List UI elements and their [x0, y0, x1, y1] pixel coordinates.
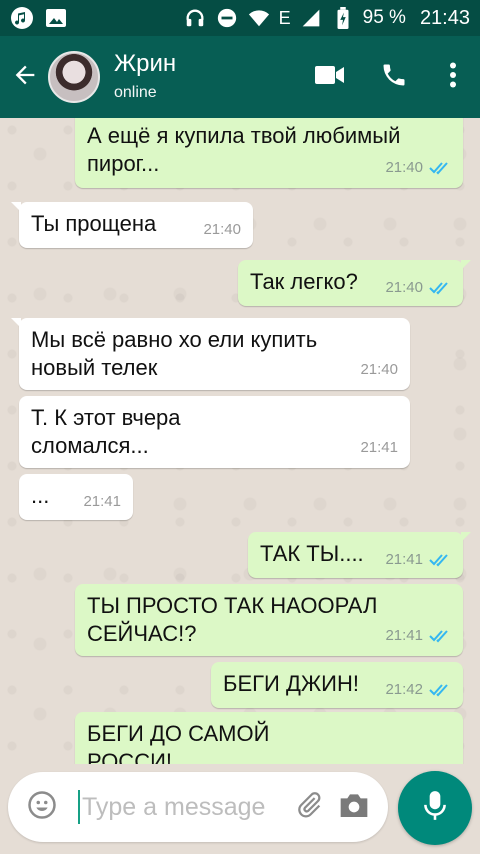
- message-bubble[interactable]: ТЫ ПРОСТО ТАК НАООРАЛ СЕЙЧАС!? 21:41: [75, 584, 463, 656]
- message-bubble[interactable]: Ты прощена 21:40: [11, 202, 253, 248]
- signal-icon: [299, 6, 323, 30]
- double-tick-icon: [429, 281, 451, 295]
- message-bubble[interactable]: ТАК ТЫ.... 21:41: [248, 532, 471, 578]
- headphones-icon: [183, 6, 207, 30]
- clock: 21:43: [419, 6, 470, 29]
- message-text: Мы всё равно хо ели купить новый телек: [31, 327, 318, 380]
- image-icon: [44, 6, 68, 30]
- message-text: Т. К этот вчера сломался...: [31, 405, 181, 458]
- message-bubble[interactable]: Так легко? 21:40: [238, 260, 471, 306]
- message-text: БЕГИ ДО САМОЙ РОССИ!: [87, 721, 270, 764]
- message-bubble[interactable]: А ещё я купила твой любимый пирог... 21:…: [75, 118, 463, 188]
- text-cursor: [78, 790, 80, 824]
- double-tick-icon: [429, 553, 451, 567]
- chat-header: Жрин online: [0, 36, 480, 118]
- message-time: 21:40: [203, 221, 241, 238]
- camera-button[interactable]: [338, 790, 370, 825]
- message-time: 21:41: [360, 439, 398, 456]
- wifi-icon: [247, 6, 271, 30]
- battery-percent: 95 %: [362, 7, 406, 28]
- camera-icon: [338, 793, 370, 824]
- attach-icon: [294, 791, 324, 824]
- message-bubble[interactable]: ... 21:41: [19, 474, 133, 520]
- message-time: 21:41: [385, 627, 423, 644]
- message-list[interactable]: А ещё я купила твой любимый пирог... 21:…: [0, 118, 480, 764]
- message-bubble[interactable]: БЕГИ ДЖИН! 21:42: [211, 662, 463, 708]
- message-bubble[interactable]: БЕГИ ДО САМОЙ РОССИ!: [75, 712, 463, 764]
- do-not-disturb-icon: [215, 6, 239, 30]
- emoji-button[interactable]: [20, 785, 64, 829]
- attach-button[interactable]: [294, 790, 324, 825]
- more-options-button[interactable]: [426, 36, 480, 118]
- voice-call-button[interactable]: [362, 36, 426, 118]
- contact-status: online: [114, 84, 157, 101]
- video-call-button[interactable]: [298, 36, 362, 118]
- message-input[interactable]: Type a message: [82, 793, 265, 822]
- mic-icon: [422, 790, 448, 827]
- message-time: 21:41: [83, 493, 121, 510]
- status-bar: E 95 % 21:43: [0, 0, 480, 36]
- message-time: 21:41: [385, 551, 423, 568]
- emoji-icon: [27, 790, 57, 825]
- message-time: 21:40: [360, 361, 398, 378]
- message-bubble[interactable]: Т. К этот вчера сломался... 21:41: [19, 396, 410, 468]
- avatar[interactable]: [48, 51, 100, 103]
- phone-icon: [380, 61, 408, 94]
- video-call-icon: [315, 64, 345, 91]
- battery-icon: [331, 6, 355, 30]
- back-button[interactable]: [2, 36, 48, 118]
- message-bubble[interactable]: Мы всё равно хо ели купить новый телек 2…: [11, 318, 410, 390]
- composer: Type a message: [8, 772, 388, 842]
- music-note-icon: [10, 6, 34, 30]
- message-time: 21:40: [385, 279, 423, 296]
- double-tick-icon: [429, 161, 451, 175]
- contact-name: Жрин: [114, 50, 177, 77]
- more-vert-icon: [449, 62, 457, 93]
- contact-info[interactable]: Жрин online: [114, 50, 176, 104]
- double-tick-icon: [429, 629, 451, 643]
- voice-record-button[interactable]: [398, 771, 472, 845]
- message-time: 21:40: [385, 159, 423, 176]
- back-arrow-icon: [11, 61, 39, 94]
- double-tick-icon: [429, 683, 451, 697]
- message-time: 21:42: [385, 681, 423, 698]
